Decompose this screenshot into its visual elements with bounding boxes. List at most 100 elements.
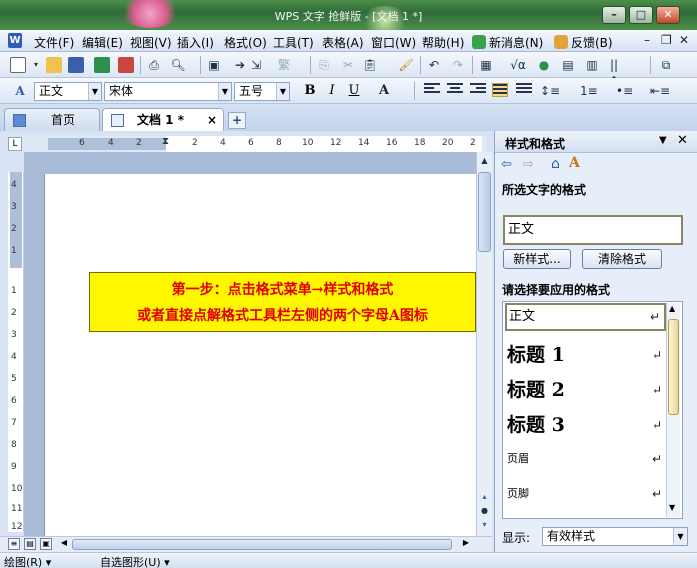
tab-stop-selector[interactable]: L — [8, 137, 22, 151]
menu-window[interactable]: 窗口(W) — [371, 34, 416, 51]
menu-tools[interactable]: 工具(T) — [273, 34, 314, 51]
italic-button[interactable]: I — [322, 82, 342, 100]
scroll-right-icon[interactable]: ▶ — [460, 538, 472, 550]
print-icon[interactable]: ⎙ — [146, 57, 162, 73]
formula-icon[interactable]: √α — [510, 57, 526, 73]
redo-icon[interactable]: ↷ — [450, 57, 466, 73]
current-style-box[interactable]: 正文 — [503, 215, 683, 245]
format-painter-icon[interactable]: 🖌︎ — [398, 57, 414, 73]
scroll-down-icon[interactable]: ▼ — [669, 503, 675, 512]
scrollbar-thumb[interactable] — [478, 172, 491, 252]
format-icon[interactable]: ⇲ — [248, 57, 264, 73]
prev-page-icon[interactable]: ▴ — [478, 490, 491, 504]
draw-menu-button[interactable]: 绘图(R) ▾ — [4, 554, 51, 568]
font-color-button[interactable]: A — [374, 82, 394, 100]
new-style-button[interactable]: 新样式... — [503, 249, 571, 269]
pane-close-icon[interactable]: ✕ — [677, 133, 688, 148]
chevron-down-icon[interactable]: ▼ — [88, 83, 101, 100]
next-page-icon[interactable]: ▾ — [478, 518, 491, 532]
wps-app-icon[interactable]: W — [8, 33, 22, 48]
menu-table[interactable]: 表格(A) — [322, 34, 364, 51]
grid-icon[interactable]: ▤ — [560, 57, 576, 73]
outline-view-icon[interactable]: ▤ — [24, 538, 36, 550]
back-arrow-icon[interactable]: ⇦ — [501, 157, 512, 172]
tab-document-1[interactable]: 文档 1 * × — [102, 108, 224, 131]
copy-icon[interactable]: ⎘ — [316, 57, 332, 73]
menu-help[interactable]: 帮助(H) — [422, 34, 464, 51]
traditional-icon[interactable]: 繁 — [276, 57, 292, 73]
menu-edit[interactable]: 编辑(E) — [82, 34, 123, 51]
cut-icon[interactable]: ✂ — [340, 57, 356, 73]
align-left-icon[interactable] — [424, 83, 440, 97]
menu-file[interactable]: 文件(F) — [34, 34, 74, 51]
scrollbar-thumb[interactable] — [668, 319, 679, 415]
justify-icon[interactable] — [492, 83, 508, 97]
autoshapes-menu-button[interactable]: 自选图形(U) ▾ — [100, 554, 170, 568]
numbering-icon[interactable]: 1≡ — [580, 83, 598, 99]
print-preview-icon[interactable]: 🔍︎ — [170, 57, 186, 73]
bold-button[interactable]: B — [300, 82, 320, 100]
scroll-left-icon[interactable]: ◀ — [58, 538, 70, 550]
close-button[interactable]: ✕ — [656, 6, 680, 24]
paragraph-mark-icon[interactable]: ||↕ — [606, 57, 622, 88]
menu-view[interactable]: 视图(V) — [130, 34, 172, 51]
menu-format[interactable]: 格式(O) — [224, 34, 267, 51]
online-icon[interactable]: ● — [536, 57, 552, 73]
vertical-scrollbar[interactable]: ▲ ▴ ● ▾ — [476, 152, 492, 536]
maximize-button[interactable]: □ — [629, 6, 653, 24]
home-icon[interactable]: ⌂ — [551, 156, 560, 172]
forward-arrow-icon[interactable]: ⇨ — [523, 157, 534, 172]
line-spacing-icon[interactable]: ↕≡ — [540, 83, 560, 99]
menu-new-messages[interactable]: 新消息(N) — [472, 34, 543, 51]
scroll-up-icon[interactable]: ▲ — [478, 154, 491, 168]
paste-icon[interactable]: 📋︎ — [362, 57, 378, 73]
align-right-icon[interactable] — [470, 83, 486, 97]
style-item-heading-1[interactable]: 标题 1 ↵ — [505, 340, 666, 370]
doc-restore-button[interactable]: ❐ — [661, 33, 672, 47]
browse-object-icon[interactable]: ● — [478, 504, 491, 518]
arrow-icon[interactable]: ➔ — [232, 57, 248, 73]
chevron-down-icon[interactable]: ▼ — [276, 83, 289, 100]
new-doc-icon[interactable] — [10, 57, 26, 73]
style-item-footer[interactable]: 页脚 ↵ — [505, 482, 666, 506]
document-page[interactable]: 第一步：点击格式菜单→样式和格式 或者直接点解格式工具栏左侧的两个字母A图标 — [44, 174, 476, 536]
styles-formatting-icon[interactable]: A — [569, 155, 580, 171]
pane-menu-dropdown-icon[interactable]: ▼ — [659, 135, 667, 146]
page-view-icon[interactable]: ▣ — [40, 538, 52, 550]
columns-icon[interactable]: ▥ — [584, 57, 600, 73]
font-combo[interactable]: 宋体 ▼ — [104, 82, 232, 101]
new-tab-button[interactable]: + — [228, 112, 246, 129]
export-icon[interactable] — [94, 57, 110, 73]
menu-feedback[interactable]: 反馈(B) — [554, 34, 613, 51]
table-icon[interactable]: ▦ — [478, 57, 494, 73]
tab-home[interactable]: 首页 — [4, 108, 100, 131]
style-list-scrollbar[interactable]: ▲ ▼ — [666, 303, 680, 517]
style-item-header[interactable]: 页眉 ↵ — [505, 447, 666, 471]
style-item-heading-3[interactable]: 标题 3 ↵ — [505, 410, 666, 440]
pdf-icon[interactable] — [118, 57, 134, 73]
open-folder-icon[interactable] — [46, 57, 62, 73]
close-tab-icon[interactable]: × — [207, 109, 217, 131]
distributed-icon[interactable] — [516, 83, 532, 97]
style-item-heading-2[interactable]: 标题 2 ↵ — [505, 375, 666, 405]
style-item-body[interactable]: 正文 ↵ — [505, 303, 666, 331]
style-combo[interactable]: 正文 ▼ — [34, 82, 102, 101]
font-size-combo[interactable]: 五号 ▼ — [234, 82, 290, 101]
styles-formatting-icon[interactable]: A — [12, 83, 28, 99]
show-styles-select[interactable]: 有效样式 ▼ — [542, 527, 688, 546]
undo-icon[interactable]: ↶ — [426, 57, 442, 73]
doc-minimize-button[interactable]: – — [644, 33, 650, 47]
bullets-icon[interactable]: •≡ — [616, 83, 633, 99]
insert-object-icon[interactable]: ▣ — [206, 57, 222, 73]
scroll-up-icon[interactable]: ▲ — [669, 304, 675, 313]
doc-close-button[interactable]: ✕ — [679, 33, 689, 47]
align-center-icon[interactable] — [447, 83, 463, 97]
chevron-down-icon[interactable]: ▼ — [218, 83, 231, 100]
indent-marker-icon[interactable]: ⧗ — [162, 136, 169, 147]
save-icon[interactable] — [68, 57, 84, 73]
new-dropdown-icon[interactable]: ▾ — [28, 57, 44, 73]
indent-icon[interactable]: ⇤≡ — [650, 83, 670, 99]
underline-button[interactable]: U — [344, 82, 364, 100]
clear-format-button[interactable]: 清除格式 — [582, 249, 662, 269]
chevron-down-icon[interactable]: ▼ — [673, 528, 687, 545]
